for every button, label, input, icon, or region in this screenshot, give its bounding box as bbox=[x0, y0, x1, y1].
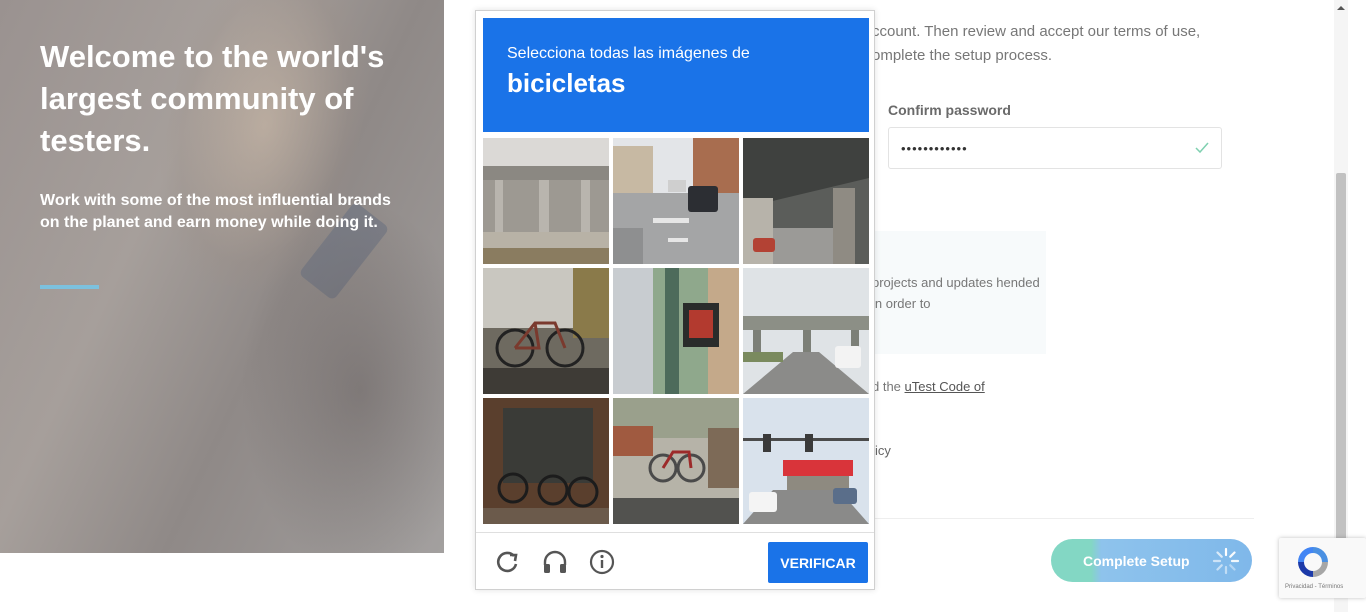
hero-accent-rule bbox=[40, 285, 99, 289]
hero-title: Welcome to the world's largest community… bbox=[40, 39, 385, 158]
hero-subtitle: Work with some of the most influential b… bbox=[40, 192, 391, 231]
code-prefix-text: d the bbox=[872, 379, 905, 394]
bicycles-storefront-image bbox=[483, 398, 609, 524]
street-cars-image bbox=[613, 138, 739, 264]
page: Welcome to the world's largest community… bbox=[0, 0, 1366, 612]
captcha-tile-8[interactable] bbox=[613, 398, 739, 524]
captcha-tile-1[interactable] bbox=[483, 138, 609, 264]
recaptcha-logo-icon bbox=[1298, 547, 1328, 577]
scrollbar-thumb[interactable] bbox=[1336, 173, 1346, 543]
captcha-keyword: bicicletas bbox=[507, 68, 626, 98]
captcha-tile-7[interactable] bbox=[483, 398, 609, 524]
bicycles-parked-image bbox=[613, 398, 739, 524]
info-icon[interactable] bbox=[589, 549, 615, 575]
confirm-password-field[interactable]: •••••••••••• bbox=[888, 127, 1222, 169]
form-divider bbox=[868, 518, 1254, 519]
crosswalk-signal-image bbox=[613, 268, 739, 394]
confirm-password-label: Confirm password bbox=[888, 102, 1011, 118]
recaptcha-badge[interactable]: Privacidad - Términos bbox=[1279, 538, 1366, 598]
overpass-image bbox=[483, 138, 609, 264]
captcha-dialog: Selecciona todas las imágenes de bicicle… bbox=[475, 10, 875, 590]
captcha-tile-grid bbox=[483, 138, 869, 524]
complete-setup-label: Complete Setup bbox=[1083, 552, 1190, 569]
scroll-up-arrow-icon[interactable] bbox=[1337, 4, 1345, 12]
captcha-tile-4[interactable] bbox=[483, 268, 609, 394]
headphones-icon[interactable] bbox=[542, 549, 568, 575]
loading-spinner-icon bbox=[1212, 547, 1240, 575]
setup-intro-text: ccount. Then review and accept our terms… bbox=[872, 23, 1201, 64]
highway-bridge-image bbox=[743, 268, 869, 394]
captcha-tile-6[interactable] bbox=[743, 268, 869, 394]
bridge-underside-image bbox=[743, 138, 869, 264]
captcha-footer: VERIFICAR bbox=[476, 532, 874, 589]
verify-button[interactable]: VERIFICAR bbox=[768, 542, 868, 583]
reload-icon[interactable] bbox=[494, 549, 520, 575]
code-of-conduct-link[interactable]: uTest Code of bbox=[905, 379, 985, 394]
captcha-tile-3[interactable] bbox=[743, 138, 869, 264]
complete-setup-button[interactable]: Complete Setup bbox=[1051, 539, 1252, 582]
traffic-light-intersection-image bbox=[743, 398, 869, 524]
bicycle-on-car-image bbox=[483, 268, 609, 394]
code-of-conduct-line: d the uTest Code of bbox=[872, 379, 985, 394]
checkmark-icon bbox=[1195, 142, 1209, 154]
privacy-policy-link[interactable]: icy bbox=[875, 443, 891, 458]
recaptcha-terms-text[interactable]: Privacidad - Términos bbox=[1285, 584, 1343, 590]
captcha-tile-5[interactable] bbox=[613, 268, 739, 394]
notification-info-text: projects and updates hended in order to bbox=[872, 275, 1040, 311]
captcha-tile-9[interactable] bbox=[743, 398, 869, 524]
captcha-header: Selecciona todas las imágenes de bicicle… bbox=[483, 18, 869, 132]
captcha-instruction: Selecciona todas las imágenes de bbox=[507, 45, 750, 62]
confirm-password-value: •••••••••••• bbox=[901, 140, 968, 156]
hero-panel: Welcome to the world's largest community… bbox=[0, 0, 444, 553]
captcha-tile-2[interactable] bbox=[613, 138, 739, 264]
